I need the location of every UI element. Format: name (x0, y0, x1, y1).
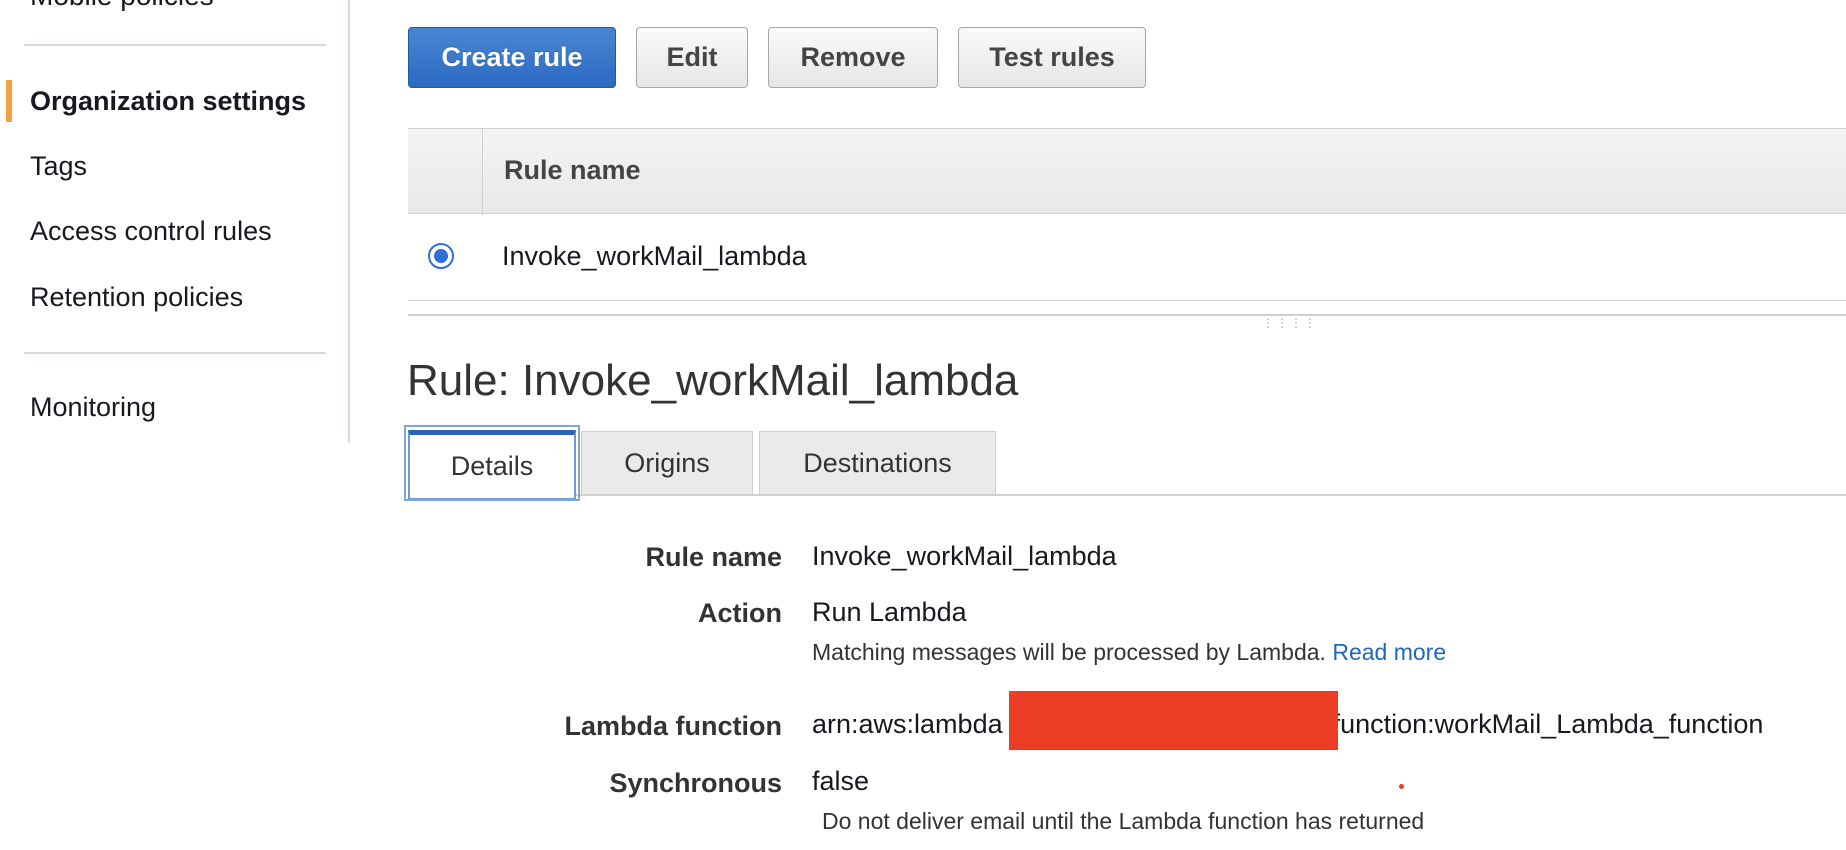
rule-detail-title: Rule: Invoke_workMail_lambda (407, 356, 1019, 405)
sidebar-nav: Mobile policies Organization settings Ta… (0, 0, 350, 443)
action-help-message: Matching messages will be processed by L… (812, 639, 1326, 665)
table-row[interactable]: Invoke_workMail_lambda (408, 214, 1846, 301)
lambda-function-label: Lambda function (564, 711, 783, 741)
rule-name-label: Rule name (645, 542, 782, 572)
sidebar-item-monitoring[interactable]: Monitoring (30, 392, 156, 423)
lambda-arn-prefix: arn:aws:lambda (812, 709, 1003, 739)
action-help-text: Matching messages will be processed by L… (812, 639, 1446, 666)
synchronous-value: false (812, 766, 870, 796)
tab-origins[interactable]: Origins (581, 431, 753, 495)
sidebar-divider (24, 352, 326, 354)
red-dot-mark (1399, 784, 1404, 789)
tab-destinations[interactable]: Destinations (759, 431, 996, 495)
rule-name-value: Invoke_workMail_lambda (812, 541, 1117, 571)
synchronous-label: Synchronous (609, 768, 782, 798)
tabs-baseline (408, 494, 1846, 496)
redaction-box (1009, 691, 1338, 750)
sidebar-active-indicator (6, 80, 12, 122)
tab-details[interactable]: Details (404, 425, 580, 501)
synchronous-help-text: Do not deliver email until the Lambda fu… (822, 808, 1425, 834)
sidebar-item-mobile-policies[interactable]: Mobile policies (30, 0, 214, 12)
read-more-link[interactable]: Read more (1332, 639, 1446, 665)
column-separator (482, 129, 483, 215)
action-value: Run Lambda (812, 597, 967, 627)
table-bottom-border (408, 314, 1846, 316)
row-select-radio[interactable] (428, 243, 454, 269)
table-header: Rule name (408, 128, 1846, 215)
sidebar-item-organization-settings[interactable]: Organization settings (30, 86, 306, 117)
sidebar-item-tags[interactable]: Tags (30, 151, 87, 182)
sidebar-item-access-control-rules[interactable]: Access control rules (30, 216, 272, 247)
edit-button[interactable]: Edit (636, 27, 748, 88)
lambda-arn-suffix: function:workMail_Lambda_function (1332, 709, 1764, 739)
remove-button[interactable]: Remove (768, 27, 938, 88)
create-rule-button[interactable]: Create rule (408, 27, 616, 88)
action-label: Action (698, 598, 782, 628)
column-header-rule-name[interactable]: Rule name (504, 155, 641, 186)
pane-resize-handle[interactable]: ⋮⋮⋮⋮ (1262, 317, 1316, 329)
sidebar-item-retention-policies[interactable]: Retention policies (30, 282, 243, 313)
sidebar-divider (24, 44, 326, 46)
rule-name-cell: Invoke_workMail_lambda (502, 241, 807, 271)
test-rules-button[interactable]: Test rules (958, 27, 1146, 88)
